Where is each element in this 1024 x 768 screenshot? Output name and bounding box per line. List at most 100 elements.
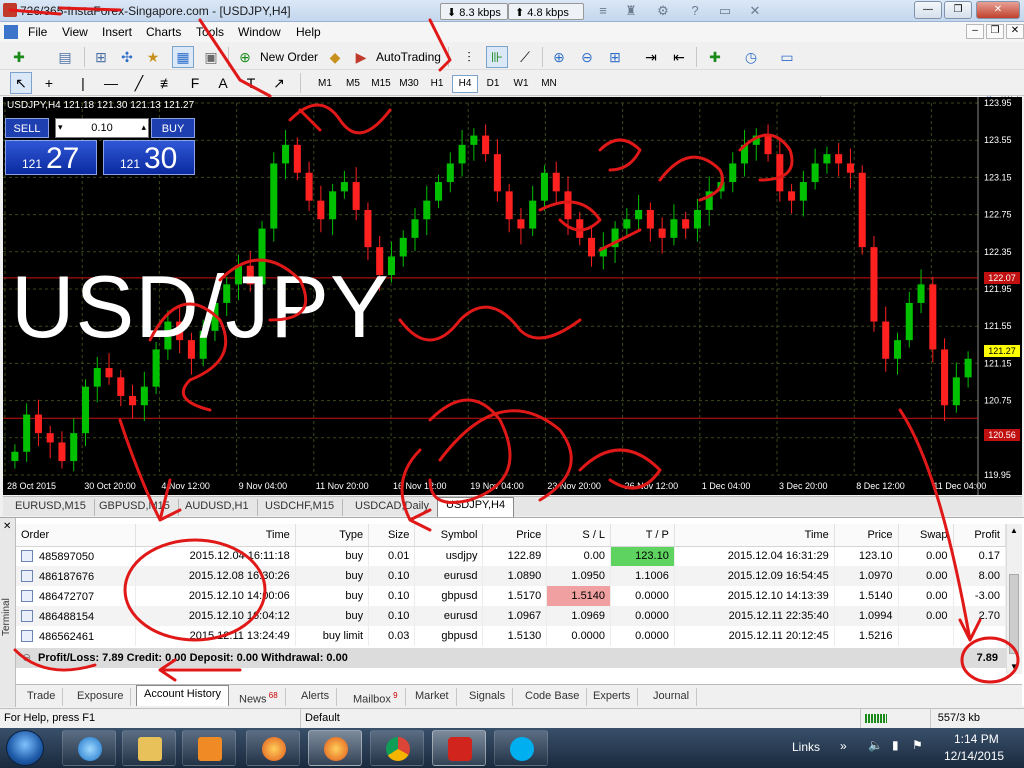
- firefox-old-taskbar-button[interactable]: [246, 730, 300, 766]
- history-scrollbar[interactable]: ▲ ▼: [1006, 524, 1022, 674]
- skype-taskbar-button[interactable]: [494, 730, 548, 766]
- metaeditor-icon[interactable]: ◆: [324, 46, 346, 68]
- tf-m1[interactable]: M1: [312, 75, 338, 93]
- autotrading-button[interactable]: AutoTrading: [376, 50, 441, 64]
- minimize-button[interactable]: —: [914, 1, 942, 19]
- collapse-icon[interactable]: ⊖: [22, 648, 31, 668]
- new-order-button[interactable]: New Order: [260, 50, 318, 64]
- menu-tools[interactable]: Tools: [196, 25, 224, 39]
- network-icon[interactable]: ▮: [892, 738, 899, 752]
- mdi-minimize-button[interactable]: –: [966, 24, 984, 39]
- connection-icon[interactable]: [860, 709, 930, 728]
- bar-chart-icon[interactable]: ⫶: [458, 46, 480, 68]
- tf-m30[interactable]: M30: [396, 75, 422, 93]
- table-row[interactable]: 485897050 2015.12.04 16:11:18 buy 0.01 usdjp…: [16, 546, 1007, 566]
- doc-icon[interactable]: [4, 25, 18, 39]
- start-button[interactable]: [6, 730, 44, 766]
- tester-icon[interactable]: ▣: [200, 46, 222, 68]
- table-row[interactable]: 486562461 2015.12.11 13:24:49 buy limit 0.0…: [16, 626, 1007, 646]
- mdi-restore-button[interactable]: ❐: [986, 24, 1004, 39]
- column-header[interactable]: S / L: [546, 524, 612, 547]
- media-taskbar-button[interactable]: [182, 730, 236, 766]
- fibonacci-icon[interactable]: F: [184, 72, 206, 94]
- table-row[interactable]: 486472707 2015.12.10 14:00:06 buy 0.10 gbpus…: [16, 586, 1007, 606]
- ie-taskbar-button[interactable]: [62, 730, 116, 766]
- terminal-tab[interactable]: Market: [408, 688, 457, 706]
- arrows-icon[interactable]: ↗: [268, 72, 290, 94]
- table-row[interactable]: 486488154 2015.12.10 16:04:12 buy 0.10 eurus…: [16, 606, 1007, 626]
- scroll-up-icon[interactable]: ▲: [1010, 526, 1018, 535]
- chart-tab-usdjpy[interactable]: USDJPY,H4: [437, 497, 515, 517]
- terminal-tab[interactable]: Mailbox 9: [346, 688, 406, 706]
- menu-insert[interactable]: Insert: [102, 25, 132, 39]
- column-header[interactable]: Order: [16, 524, 136, 547]
- line-chart-icon[interactable]: ⟋: [514, 46, 536, 68]
- tf-h1[interactable]: H1: [424, 75, 450, 93]
- tf-h4[interactable]: H4: [452, 75, 478, 93]
- terminal-tab[interactable]: Code Base: [518, 688, 588, 706]
- chrome-taskbar-button[interactable]: [370, 730, 424, 766]
- scroll-thumb[interactable]: [1009, 574, 1019, 654]
- data-window-icon[interactable]: ✣: [116, 46, 138, 68]
- flag-icon[interactable]: ⚑: [912, 738, 923, 752]
- terminal-tab[interactable]: Journal: [646, 688, 698, 706]
- column-header[interactable]: T / P: [610, 524, 675, 547]
- column-header[interactable]: Profit: [953, 524, 1007, 547]
- gear-icon[interactable]: ⚙: [656, 4, 670, 18]
- candlestick-icon[interactable]: ⊪: [486, 46, 508, 68]
- menu-charts[interactable]: Charts: [146, 25, 181, 39]
- buy-price[interactable]: 121 30: [103, 140, 195, 175]
- terminal-tab[interactable]: Trade: [20, 688, 64, 706]
- new-chart-icon[interactable]: ✚: [8, 46, 30, 68]
- column-header[interactable]: Time: [135, 524, 296, 547]
- table-row[interactable]: 486187676 2015.12.08 16:30:26 buy 0.10 eurus…: [16, 566, 1007, 586]
- lot-size-input[interactable]: ▾ 0.10 ▴: [55, 118, 149, 138]
- zoom-out-icon[interactable]: ⊖: [576, 46, 598, 68]
- zoom-in-icon[interactable]: ⊕: [548, 46, 570, 68]
- chart-tab-usdchf[interactable]: USDCHF,M15: [257, 499, 344, 516]
- close-button[interactable]: ✕: [976, 1, 1020, 19]
- column-header[interactable]: Price: [482, 524, 548, 547]
- chart-shift-icon[interactable]: ⇤: [668, 46, 690, 68]
- tray-date[interactable]: 12/14/2015: [944, 749, 1004, 763]
- settings-icon[interactable]: ≡: [596, 4, 610, 18]
- column-header[interactable]: Symbol: [414, 524, 484, 547]
- cursor-icon[interactable]: ↖: [10, 72, 32, 94]
- horizontal-line-icon[interactable]: —: [100, 72, 122, 94]
- terminal-tab[interactable]: Experts: [586, 688, 639, 706]
- chart-tab-eurusd[interactable]: EURUSD,M15: [7, 499, 95, 516]
- tile-windows-icon[interactable]: ⊞: [604, 46, 626, 68]
- terminal-tab[interactable]: News 68: [232, 688, 286, 706]
- navigator-icon[interactable]: ★: [142, 46, 164, 68]
- links-toolbar[interactable]: Links: [792, 740, 820, 754]
- firefox-taskbar-button[interactable]: [308, 730, 362, 766]
- terminal-close-icon[interactable]: ✕: [3, 521, 11, 532]
- autoscroll-icon[interactable]: ⇥: [640, 46, 662, 68]
- buy-button[interactable]: BUY: [151, 118, 195, 138]
- column-header[interactable]: Time: [674, 524, 835, 547]
- tf-m15[interactable]: M15: [368, 75, 394, 93]
- hide-icon[interactable]: ▭: [718, 4, 732, 18]
- plugin-icon[interactable]: ♜: [624, 4, 638, 18]
- indicators-icon[interactable]: ✚: [704, 46, 726, 68]
- column-header[interactable]: Type: [295, 524, 370, 547]
- menu-view[interactable]: View: [62, 25, 88, 39]
- chart-tab-usdcad[interactable]: USDCAD,Daily: [347, 499, 438, 516]
- help-icon[interactable]: ?: [688, 4, 702, 18]
- sell-button[interactable]: SELL: [5, 118, 49, 138]
- tf-w1[interactable]: W1: [508, 75, 534, 93]
- explorer-taskbar-button[interactable]: [122, 730, 176, 766]
- crosshair-icon[interactable]: +: [38, 72, 60, 94]
- chart-tab-audusd[interactable]: AUDUSD,H1: [177, 499, 258, 516]
- menu-file[interactable]: File: [28, 25, 47, 39]
- market-watch-icon[interactable]: ⊞: [90, 46, 112, 68]
- terminal-icon[interactable]: ▦: [172, 46, 194, 68]
- terminal-tab[interactable]: Account History: [136, 685, 230, 706]
- periods-icon[interactable]: ◷: [740, 46, 762, 68]
- lot-decrease-icon[interactable]: ▾: [58, 118, 63, 136]
- mdi-close-button[interactable]: ✕: [1006, 24, 1024, 39]
- scroll-down-icon[interactable]: ▼: [1010, 662, 1018, 671]
- tf-m5[interactable]: M5: [340, 75, 366, 93]
- new-order-icon[interactable]: ⊕: [234, 46, 256, 68]
- chart-tab-gbpusd[interactable]: GBPUSD,M15: [91, 499, 179, 516]
